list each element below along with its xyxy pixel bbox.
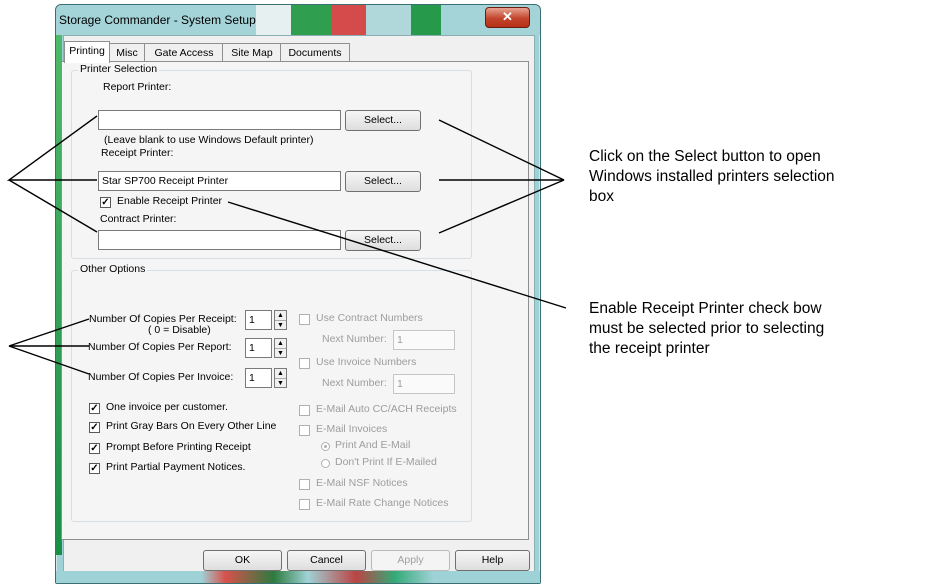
select-annotation-line2: Windows installed printers selection xyxy=(589,168,835,185)
enable-annotation: Enable Receipt Printer check bow must be… xyxy=(589,299,824,359)
left-bracket-printers xyxy=(6,115,98,181)
annotation-lines xyxy=(6,115,567,375)
left-bracket-printers-lower xyxy=(8,179,98,233)
tab-printing[interactable]: Printing xyxy=(64,41,110,63)
select-annotation-line3: box xyxy=(589,188,614,205)
select-annotation-line1: Click on the Select button to open xyxy=(589,148,821,165)
enable-annotation-line2: must be selected prior to selecting xyxy=(589,320,825,337)
select-arrow-bottom xyxy=(438,179,565,234)
enable-annotation-line3: the receipt printer xyxy=(589,340,710,357)
enable-receipt-arrow xyxy=(227,201,567,309)
enable-annotation-line1: Enable Receipt Printer check bow xyxy=(589,300,822,317)
left-bracket-copies xyxy=(8,318,90,347)
select-arrow-top xyxy=(438,119,565,181)
select-annotation: Click on the Select button to open Windo… xyxy=(589,147,835,207)
left-bracket-copies-lower xyxy=(8,345,90,375)
